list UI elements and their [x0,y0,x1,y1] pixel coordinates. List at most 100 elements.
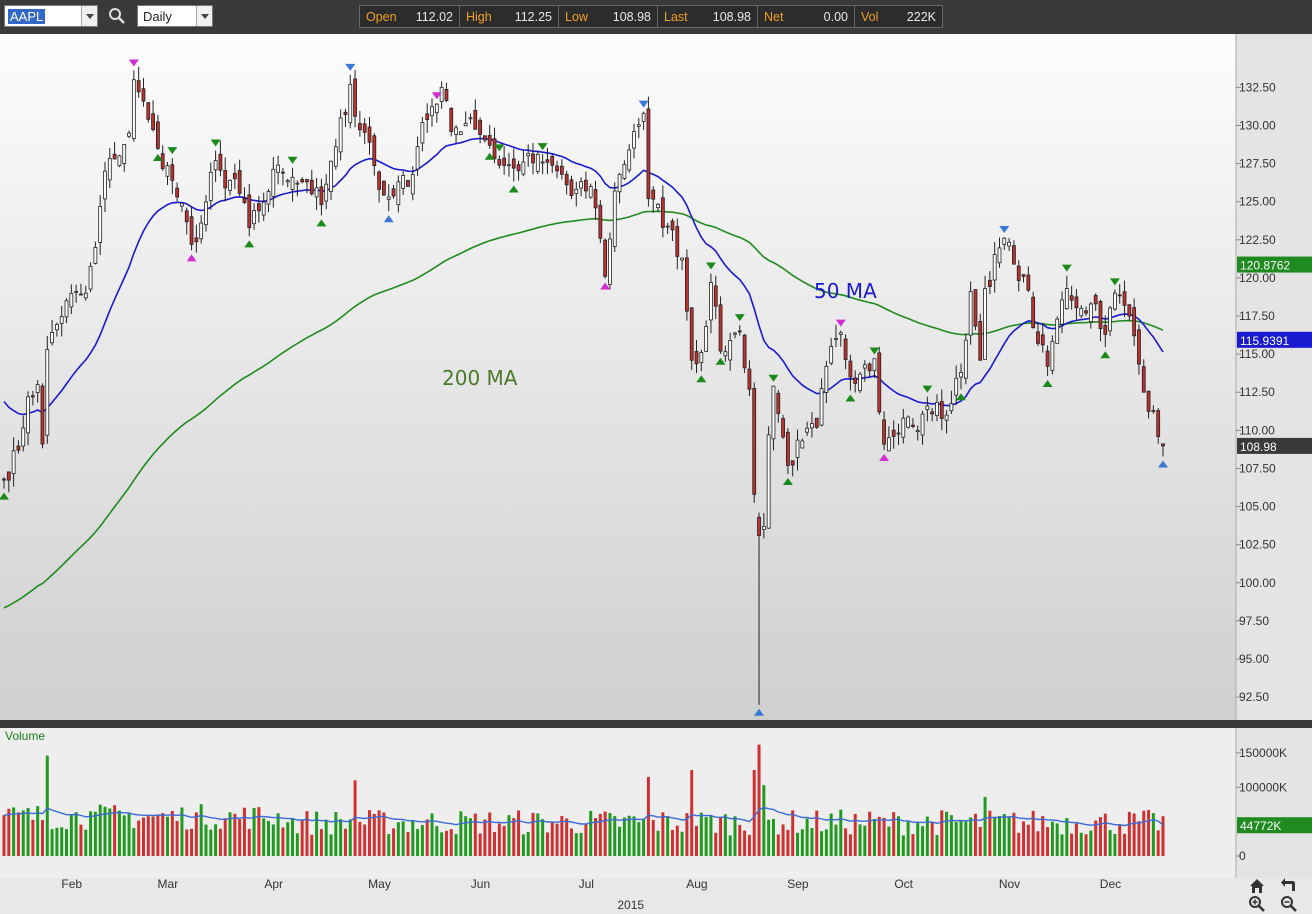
period-dropdown-button[interactable] [196,6,212,26]
volume-bar [550,822,554,856]
candle-body [689,307,694,361]
volume-bar [517,810,521,856]
price-chart[interactable]: 92.50 95.00 97.50 100.00 102.50 105.00 107.50 1… [0,34,1312,720]
volume-pane[interactable]: Volume 150000K 100000K 0 44772K [0,728,1312,878]
candle-body [713,285,718,307]
volume-ma-badge-label: 44772K [1240,819,1281,833]
volume-bar [656,830,660,856]
candle-body [896,432,901,435]
volume-bar [329,834,333,856]
candle-body [564,173,569,186]
volume-bar [396,822,400,856]
candle-body [733,332,737,335]
candle-body [555,165,559,172]
volume-bar [1017,832,1021,856]
candle-body [540,161,545,164]
volume-bar [218,828,222,856]
volume-bar [1002,814,1006,856]
volume-bar [507,815,511,856]
quote-label: Last [664,9,688,24]
ma200-label: 200 MA [442,366,518,390]
undo-icon[interactable] [1280,877,1298,895]
quote-label: Vol [861,9,879,24]
volume-bar [930,822,934,856]
volume-bar [137,820,141,856]
zoom-in-icon[interactable] [1248,895,1266,913]
candle [117,154,122,168]
symbol-value[interactable]: AAPL [8,9,46,24]
candle-body [521,161,526,175]
volume-bar [324,819,328,856]
symbol-dropdown-button[interactable] [81,6,97,26]
candle-body [194,237,199,243]
candle [766,426,771,529]
candle-body [636,124,641,127]
candle-body [771,385,776,440]
candle-body [266,191,271,205]
zoom-out-icon[interactable] [1280,895,1298,913]
candle-body [704,326,709,352]
candle-body [223,170,228,189]
volume-bar [392,828,396,856]
candle-body [79,293,83,296]
volume-bar [1022,821,1026,856]
candle-body [439,86,444,102]
candle-body [141,88,146,102]
volume-bar [478,833,482,856]
volume-bar [69,814,73,856]
symbol-input[interactable]: AAPL [4,5,98,27]
price-tick-label: 95.00 [1239,652,1269,666]
volume-tick-label: 0 [1239,849,1246,863]
candle-body [367,126,372,143]
volume-bar [483,819,487,856]
candle-body [1088,303,1093,323]
volume-bar [339,819,343,856]
candle-body [478,119,482,135]
period-select[interactable]: Daily [137,5,213,27]
candle-body [785,431,790,466]
candle-body [362,123,367,133]
candle-body [309,179,314,195]
volume-bar [901,835,905,856]
volume-bar [199,804,203,856]
volume-bar [743,830,747,856]
volume-bar [844,828,848,856]
volume-bar [935,835,939,856]
candle-body [598,204,603,239]
candle-body [622,164,627,179]
candle-body [588,186,593,198]
candle-body [256,203,261,212]
home-icon[interactable] [1248,877,1266,895]
candle [963,333,968,385]
price-tick-label: 132.50 [1239,80,1276,94]
price-tick-label: 107.50 [1239,461,1276,475]
candle [685,249,689,321]
candle-body [483,135,487,141]
quote-value: 112.02 [415,9,453,24]
candle-body [829,346,834,364]
candle-body [1161,443,1165,447]
candle-body [949,403,954,412]
candle-body [468,117,473,120]
volume-bar [690,770,694,856]
candle-body [978,321,983,361]
volume-bar [425,819,429,856]
price-chart-pane[interactable]: 92.50 95.00 97.50 100.00 102.50 105.00 107.50 1… [0,34,1312,720]
volume-bar [166,816,170,856]
search-icon[interactable] [108,7,126,25]
candle-body [1060,299,1064,325]
volume-bar [699,812,703,856]
quote-value: 112.25 [514,9,552,24]
pane-divider[interactable] [0,720,1312,728]
candle-body [463,122,468,127]
volume-bar [733,816,737,856]
candle-body [276,164,281,173]
candle-body [675,226,680,257]
candle-body [11,450,16,474]
volume-bar [747,834,751,856]
candle-body [204,201,208,226]
candle-body [810,423,814,429]
candle-body [694,351,699,365]
candle-body [434,103,439,114]
volume-chart[interactable]: Volume 150000K 100000K 0 44772K [0,728,1312,878]
